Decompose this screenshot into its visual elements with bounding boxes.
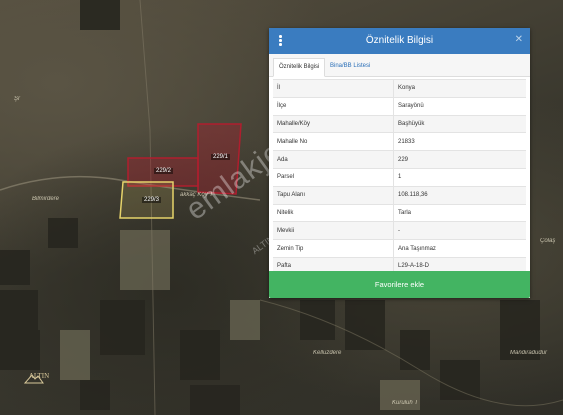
close-icon[interactable]: ✕	[515, 34, 523, 45]
attribute-key: Tapu Alanı	[273, 185, 394, 205]
table-row: Zemin Tip Ana Taşınmaz	[273, 239, 526, 258]
logo-mountain-icon	[24, 374, 44, 384]
map-label: Çolaş	[540, 238, 556, 244]
map-label: Şr	[14, 96, 20, 102]
attribute-key: İl	[273, 79, 394, 98]
attribute-table: İl Konya İlçe Sarayönü Mahalle/Köy Başhüyük Ma…	[273, 79, 526, 275]
panel-header: Öznitelik Bilgisi ✕	[269, 28, 530, 54]
map-label: Bilmirdere	[32, 196, 60, 202]
attribute-value: Sarayönü	[393, 96, 526, 116]
attribute-value: 1	[393, 167, 526, 187]
attribute-value: 21833	[393, 132, 526, 151]
parcel-tag: 229/2	[154, 168, 174, 174]
panel-title: Öznitelik Bilgisi	[365, 35, 434, 46]
attribute-value: 229	[393, 150, 526, 169]
attribute-panel: Öznitelik Bilgisi ✕ Öznitelik Bilgisi Bi…	[269, 28, 530, 298]
attribute-value: Tarla	[393, 203, 526, 222]
attribute-key: Mahalle No	[273, 132, 394, 151]
attribute-value: Konya	[393, 79, 526, 98]
map-label: Kuruluh T	[392, 400, 419, 406]
table-row: Mevkii -	[273, 221, 526, 240]
table-row: İlçe Sarayönü	[273, 96, 526, 116]
panel-tabs: Öznitelik Bilgisi Bina/BB Listesi	[269, 54, 530, 77]
map-label: Kelluzdere	[313, 350, 342, 356]
table-row: Parsel 1	[273, 167, 526, 187]
attribute-value: 108.118,36	[393, 185, 526, 205]
table-row: Ada 229	[273, 150, 526, 169]
attribute-key: Mevkii	[273, 221, 394, 240]
attribute-value: Başhüyük	[393, 114, 526, 133]
parcel-tag: 229/3	[142, 197, 162, 203]
attribute-key: Nitelik	[273, 203, 394, 222]
attribute-value: -	[393, 221, 526, 240]
attribute-key: Zemin Tip	[273, 239, 394, 258]
table-row: Mahalle No 21833	[273, 132, 526, 151]
add-to-favorites-button[interactable]: Favorilere ekle	[269, 271, 530, 298]
attribute-key: Parsel	[273, 167, 394, 187]
attribute-value: Ana Taşınmaz	[393, 239, 526, 258]
table-row: Nitelik Tarla	[273, 203, 526, 222]
table-row: İl Konya	[273, 79, 526, 98]
attribute-key: Mahalle/Köy	[273, 114, 394, 133]
tab-building-list[interactable]: Bina/BB Listesi	[325, 58, 375, 75]
parcel-tag: 229/1	[211, 154, 231, 160]
table-row: Tapu Alanı 108.118,36	[273, 185, 526, 205]
tab-attributes[interactable]: Öznitelik Bilgisi	[273, 58, 326, 77]
attribute-key: İlçe	[273, 96, 394, 116]
map-label: Mandiradudur	[510, 350, 548, 356]
altin-logo: ALTIN	[24, 372, 54, 384]
table-row: Mahalle/Köy Başhüyük	[273, 114, 526, 133]
attribute-key: Ada	[273, 150, 394, 169]
